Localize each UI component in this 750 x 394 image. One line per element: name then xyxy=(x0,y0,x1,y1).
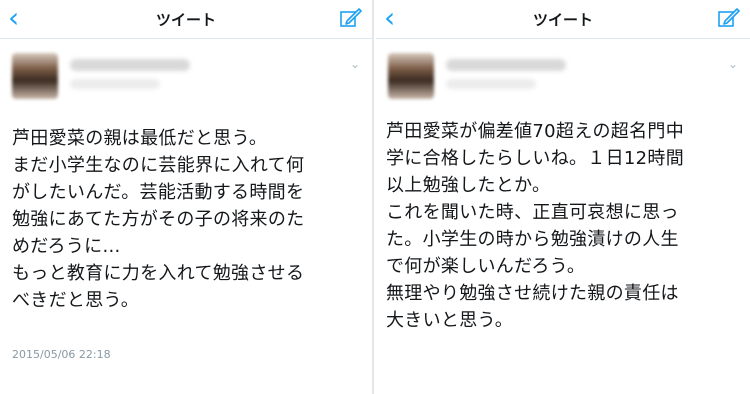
avatar[interactable] xyxy=(388,53,434,99)
nav-bar: ‹ ツイート xyxy=(0,0,372,39)
tweet-line: 芦田愛菜が偏差値70超えの超名門中 xyxy=(386,121,685,142)
user-name-redacted[interactable] xyxy=(70,59,190,71)
tweet-line: もっと教育に力を入れて勉強させる xyxy=(12,263,305,284)
compose-icon[interactable] xyxy=(718,8,740,28)
tweet-line: 勉強にあてた方がその子の将来のた xyxy=(12,209,305,230)
tweet-header: ⌄ xyxy=(0,39,372,107)
tweet-line: がしたいんだ。芸能活動する時間を xyxy=(12,182,305,203)
tweet-panel-right: ‹ ツイート ⌄ 芦田愛菜が偏差値70超えの超名門中 学に合格したらしいね。１日… xyxy=(376,0,750,394)
tweet-line: 以上勉強したとか。 xyxy=(386,175,551,196)
tweet-line: で何が楽しいんだろう。 xyxy=(386,256,586,277)
chevron-down-icon[interactable]: ⌄ xyxy=(350,57,360,71)
panel-divider xyxy=(372,0,374,394)
compose-icon[interactable] xyxy=(340,8,362,28)
chevron-down-icon[interactable]: ⌄ xyxy=(728,57,738,71)
tweet-body: 芦田愛菜の親は最低だと思う。 まだ小学生なのに芸能界に入れて何 がしたいんだ。芸… xyxy=(12,125,364,314)
tweet-line: た。小学生の時から勉強漬けの人生 xyxy=(386,229,679,250)
tweet-body: 芦田愛菜が偏差値70超えの超名門中 学に合格したらしいね。１日12時間 以上勉強… xyxy=(386,118,742,334)
tweet-line: べきだと思う。 xyxy=(12,290,140,311)
tweet-line: 大きいと思う。 xyxy=(386,310,514,331)
tweet-line: これを聞いた時、正直可哀想に思っ xyxy=(386,202,679,223)
nav-bar: ‹ ツイート xyxy=(376,0,750,39)
user-handle-redacted xyxy=(446,79,536,89)
tweet-header: ⌄ xyxy=(376,39,750,107)
tweet-line: 芦田愛菜の親は最低だと思う。 xyxy=(12,128,268,149)
nav-title: ツイート xyxy=(532,11,593,29)
tweet-panel-left: ‹ ツイート ⌄ 芦田愛菜の親は最低だと思う。 まだ小学生なのに芸能界に入れて何… xyxy=(0,0,372,394)
avatar[interactable] xyxy=(12,53,58,99)
user-name-redacted[interactable] xyxy=(446,59,566,71)
tweet-line: 無理やり勉強させ続けた親の責任は xyxy=(386,283,679,304)
tweet-line: めだろうに… xyxy=(12,236,121,257)
tweet-line: 学に合格したらしいね。１日12時間 xyxy=(386,148,685,169)
tweet-timestamp: 2015/05/06 22:18 xyxy=(12,348,111,361)
tweet-line: まだ小学生なのに芸能界に入れて何 xyxy=(12,155,305,176)
user-handle-redacted xyxy=(70,79,160,89)
nav-title: ツイート xyxy=(155,11,216,29)
